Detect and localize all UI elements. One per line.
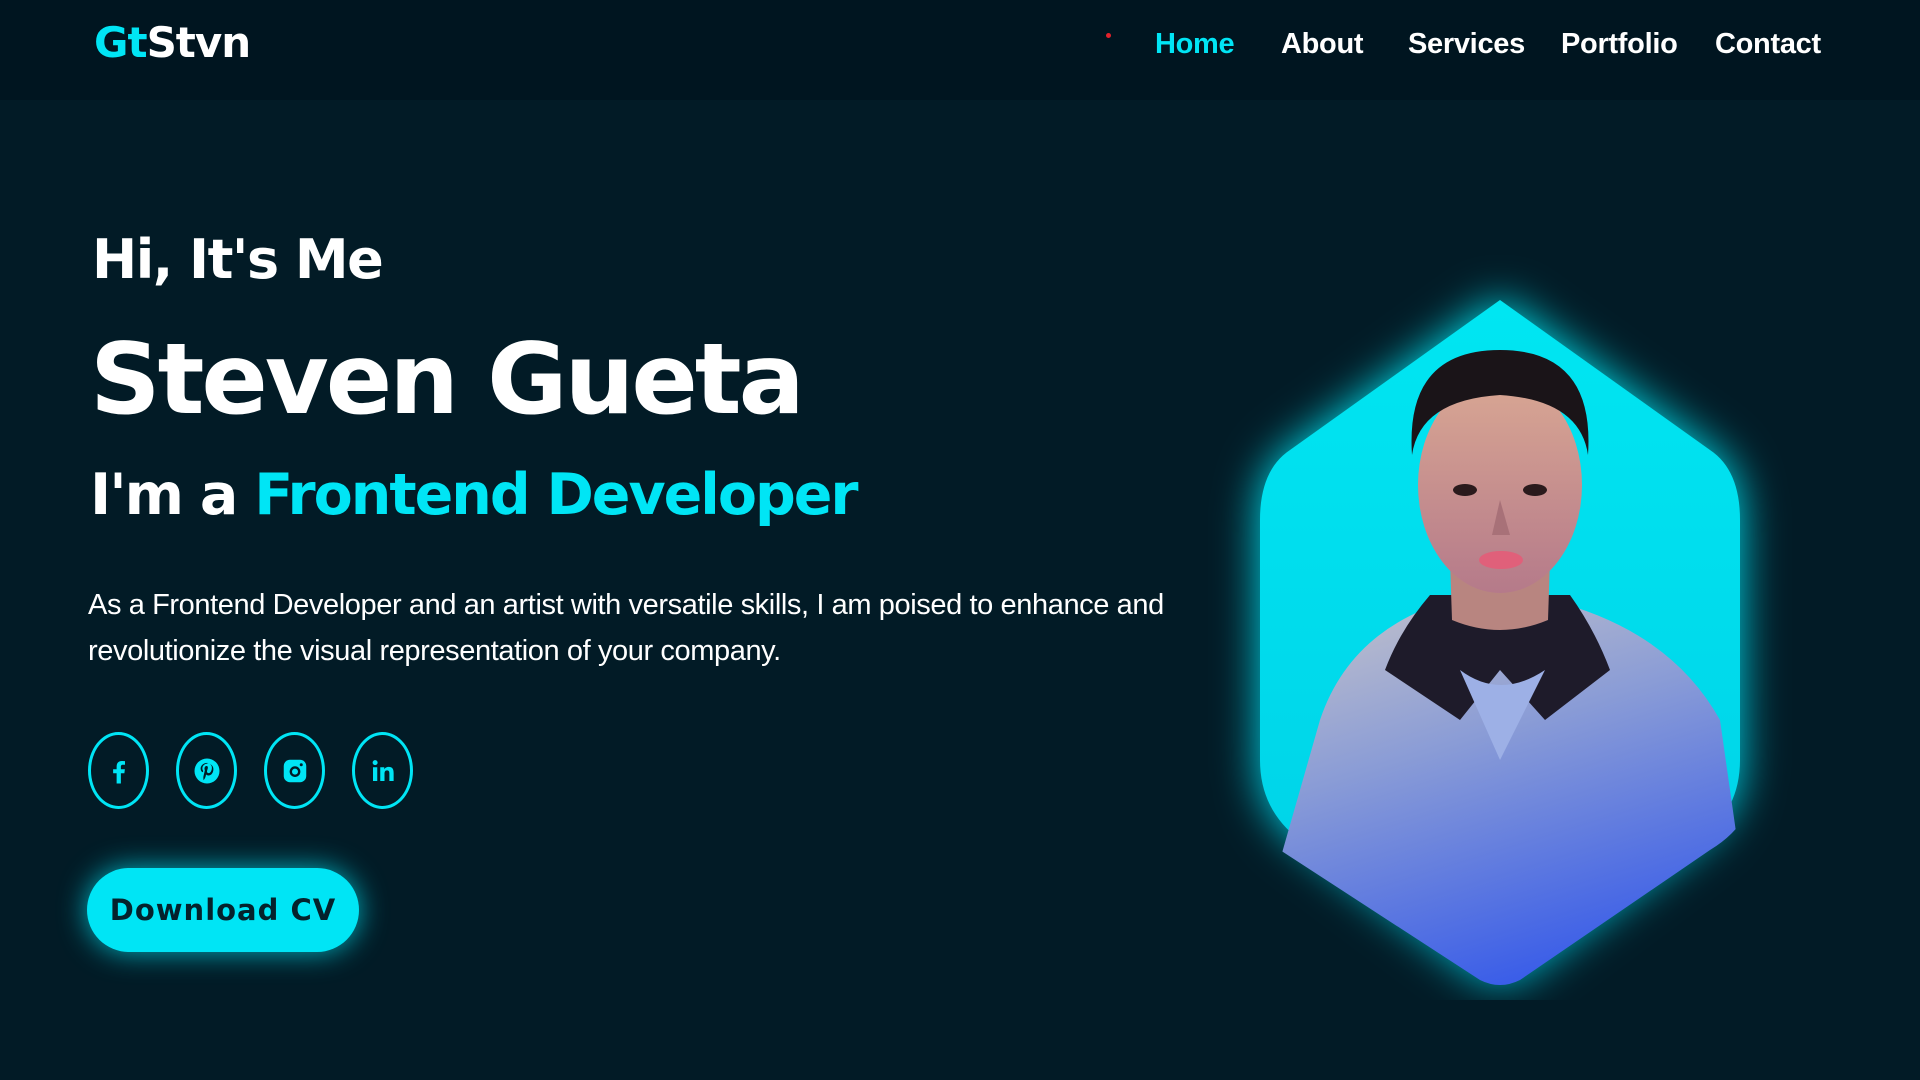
nav-indicator-dot <box>1106 33 1111 38</box>
instagram-button[interactable] <box>264 732 325 809</box>
role-prefix: I'm a <box>90 462 255 528</box>
logo[interactable]: GtStvn <box>94 18 252 68</box>
hero-role: I'm a Frontend Developer <box>90 460 859 530</box>
nav-about-link[interactable]: About <box>1281 26 1364 62</box>
nav-contact-link[interactable]: Contact <box>1715 26 1821 62</box>
hero-description: As a Frontend Developer and an artist wi… <box>88 589 1164 667</box>
facebook-button[interactable] <box>88 732 149 809</box>
hero-greeting: Hi, It's Me <box>92 228 384 291</box>
pinterest-button[interactable] <box>176 732 237 809</box>
logo-text: Stvn <box>146 18 252 67</box>
instagram-icon <box>283 759 306 782</box>
pinterest-icon <box>194 758 219 783</box>
linkedin-button[interactable] <box>352 732 413 809</box>
hero-name: Steven Gueta <box>90 323 805 437</box>
social-links <box>88 732 413 809</box>
nav-services-link[interactable]: Services <box>1408 26 1525 62</box>
linkedin-icon <box>372 759 394 781</box>
profile-image <box>1200 200 1800 1000</box>
role-highlight: Frontend Developer <box>254 462 858 528</box>
logo-accent: Gt <box>94 18 148 67</box>
download-cv-button[interactable]: Download CV <box>87 868 359 952</box>
nav-home-link[interactable]: Home <box>1155 26 1235 62</box>
facebook-icon <box>112 760 125 783</box>
page: GtStvn Home About Services Portfolio Con… <box>0 0 1920 1080</box>
navbar: GtStvn Home About Services Portfolio Con… <box>0 0 1920 100</box>
nav-portfolio-link[interactable]: Portfolio <box>1561 26 1678 62</box>
profile-hexagon <box>1240 300 1760 985</box>
